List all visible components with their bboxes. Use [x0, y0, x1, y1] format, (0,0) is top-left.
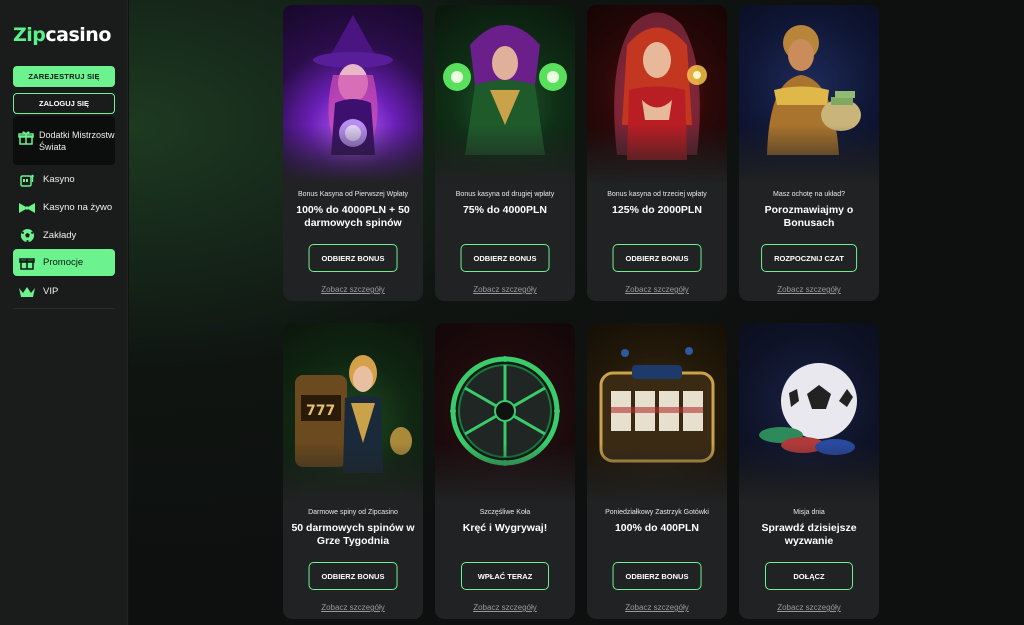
see-details-link[interactable]: Zobacz szczegóły [739, 285, 879, 294]
card-title: 100% do 4000PLN + 50 darmowych spinów [296, 204, 410, 229]
logo-casino: casino [45, 24, 111, 46]
sidebar-item-label: VIP [43, 286, 59, 297]
card-subtitle: Misja dnia [793, 509, 825, 516]
register-button[interactable]: ZAREJESTRUJ SIĘ [13, 66, 115, 87]
promo-card: 777 Darmowe spiny od Zipcasino 50 darmow… [283, 323, 423, 619]
see-details-link[interactable]: Zobacz szczegóły [283, 603, 423, 612]
art-fade [435, 443, 575, 503]
see-details-link[interactable]: Zobacz szczegóły [587, 603, 727, 612]
card-subtitle: Bonus kasyna od drugiej wpłaty [455, 191, 555, 198]
sidebar-item-label: Kasyno [43, 174, 75, 185]
see-details-link[interactable]: Zobacz szczegóły [435, 285, 575, 294]
crown-icon [18, 284, 36, 300]
sidebar-item-zaklady[interactable]: Zakłady [13, 222, 115, 249]
art-fade [587, 443, 727, 503]
see-details-link[interactable]: Zobacz szczegóły [739, 603, 879, 612]
promo-card: Masz ochotę na układ? Porozmawiajmy o Bo… [739, 5, 879, 301]
see-details-link[interactable]: Zobacz szczegóły [283, 285, 423, 294]
card-subtitle: Darmowe spiny od Zipcasino [308, 509, 398, 516]
art-fade [283, 125, 423, 185]
see-details-link[interactable]: Zobacz szczegóły [435, 603, 575, 612]
world-cup-promo-label: Dodatki Mistrzostw Świata [39, 129, 115, 152]
slot-machine-icon [18, 172, 36, 188]
soccer-ball-icon [18, 228, 36, 244]
login-button[interactable]: ZALOGUJ SIĘ [13, 93, 115, 114]
card-title: 100% do 400PLN [614, 522, 700, 534]
sidebar-divider [13, 308, 115, 309]
card-title: Sprawdź dzisiejsze wyzwanie [761, 522, 857, 547]
card-title: 125% do 2000PLN [612, 204, 702, 216]
sidebar-item-label: Kasyno na żywo [43, 202, 113, 213]
join-button[interactable]: DOŁĄCZ [765, 562, 853, 590]
art-fade [283, 443, 423, 503]
art-fade [739, 443, 879, 503]
card-subtitle: Poniedziałkowy Zastrzyk Gotówki [605, 509, 709, 516]
card-subtitle: Bonus kasyna od trzeciej wpłaty [607, 191, 707, 198]
sidebar-item-kasyno[interactable]: Kasyno [13, 166, 115, 193]
claim-bonus-button[interactable]: ODBIERZ BONUS [612, 244, 702, 272]
deposit-now-button[interactable]: WPŁAĆ TERAZ [461, 562, 549, 590]
zipcasino-logo[interactable]: Zipcasino [13, 24, 111, 46]
world-cup-promo-link[interactable]: Dodatki Mistrzostw Świata [13, 116, 115, 165]
card-subtitle: Masz ochotę na układ? [773, 191, 845, 198]
card-title: Kręć i Wygrywaj! [462, 522, 548, 534]
card-subtitle: Szczęśliwe Koła [479, 509, 531, 516]
svg-text:777: 777 [306, 403, 335, 419]
logo-zip: Zip [13, 24, 46, 46]
card-title: 75% do 4000PLN [462, 204, 548, 216]
art-fade [587, 125, 727, 185]
sidebar: Zipcasino ZAREJESTRUJ SIĘ ZALOGUJ SIĘ Do… [0, 0, 128, 625]
sidebar-item-label: Promocje [43, 257, 84, 268]
start-chat-button[interactable]: ROZPOCZNIJ CZAT [761, 244, 857, 272]
promo-card: Szczęśliwe Koła Kręć i Wygrywaj! WPŁAĆ T… [435, 323, 575, 619]
claim-bonus-button[interactable]: ODBIERZ BONUS [612, 562, 702, 590]
sidebar-item-vip[interactable]: VIP [13, 278, 115, 305]
bow-tie-icon [18, 200, 36, 216]
promo-card: Bonus Kasyna od Pierwszej Wpłaty 100% do… [283, 5, 423, 301]
claim-bonus-button[interactable]: ODBIERZ BONUS [308, 562, 398, 590]
main-area [129, 0, 1024, 625]
sidebar-item-promocje[interactable]: Promocje [13, 249, 115, 276]
card-subtitle: Bonus Kasyna od Pierwszej Wpłaty [297, 191, 409, 198]
art-fade [739, 125, 879, 185]
sidebar-item-live-casino[interactable]: Kasyno na żywo [13, 194, 115, 221]
card-title: 50 darmowych spinów w Grze Tygodnia [291, 522, 415, 547]
see-details-link[interactable]: Zobacz szczegóły [587, 285, 727, 294]
sidebar-item-label: Zakłady [43, 230, 77, 241]
promo-card: Bonus kasyna od trzeciej wpłaty 125% do … [587, 5, 727, 301]
gift-icon [18, 130, 34, 151]
card-title: Porozmawiajmy o Bonusach [764, 204, 854, 229]
promo-card: Misja dnia Sprawdź dzisiejsze wyzwanie D… [739, 323, 879, 619]
promo-card: Bonus kasyna od drugiej wpłaty 75% do 40… [435, 5, 575, 301]
art-fade [435, 125, 575, 185]
gift-icon [18, 255, 36, 271]
claim-bonus-button[interactable]: ODBIERZ BONUS [460, 244, 550, 272]
promo-card: Poniedziałkowy Zastrzyk Gotówki 100% do … [587, 323, 727, 619]
claim-bonus-button[interactable]: ODBIERZ BONUS [308, 244, 398, 272]
